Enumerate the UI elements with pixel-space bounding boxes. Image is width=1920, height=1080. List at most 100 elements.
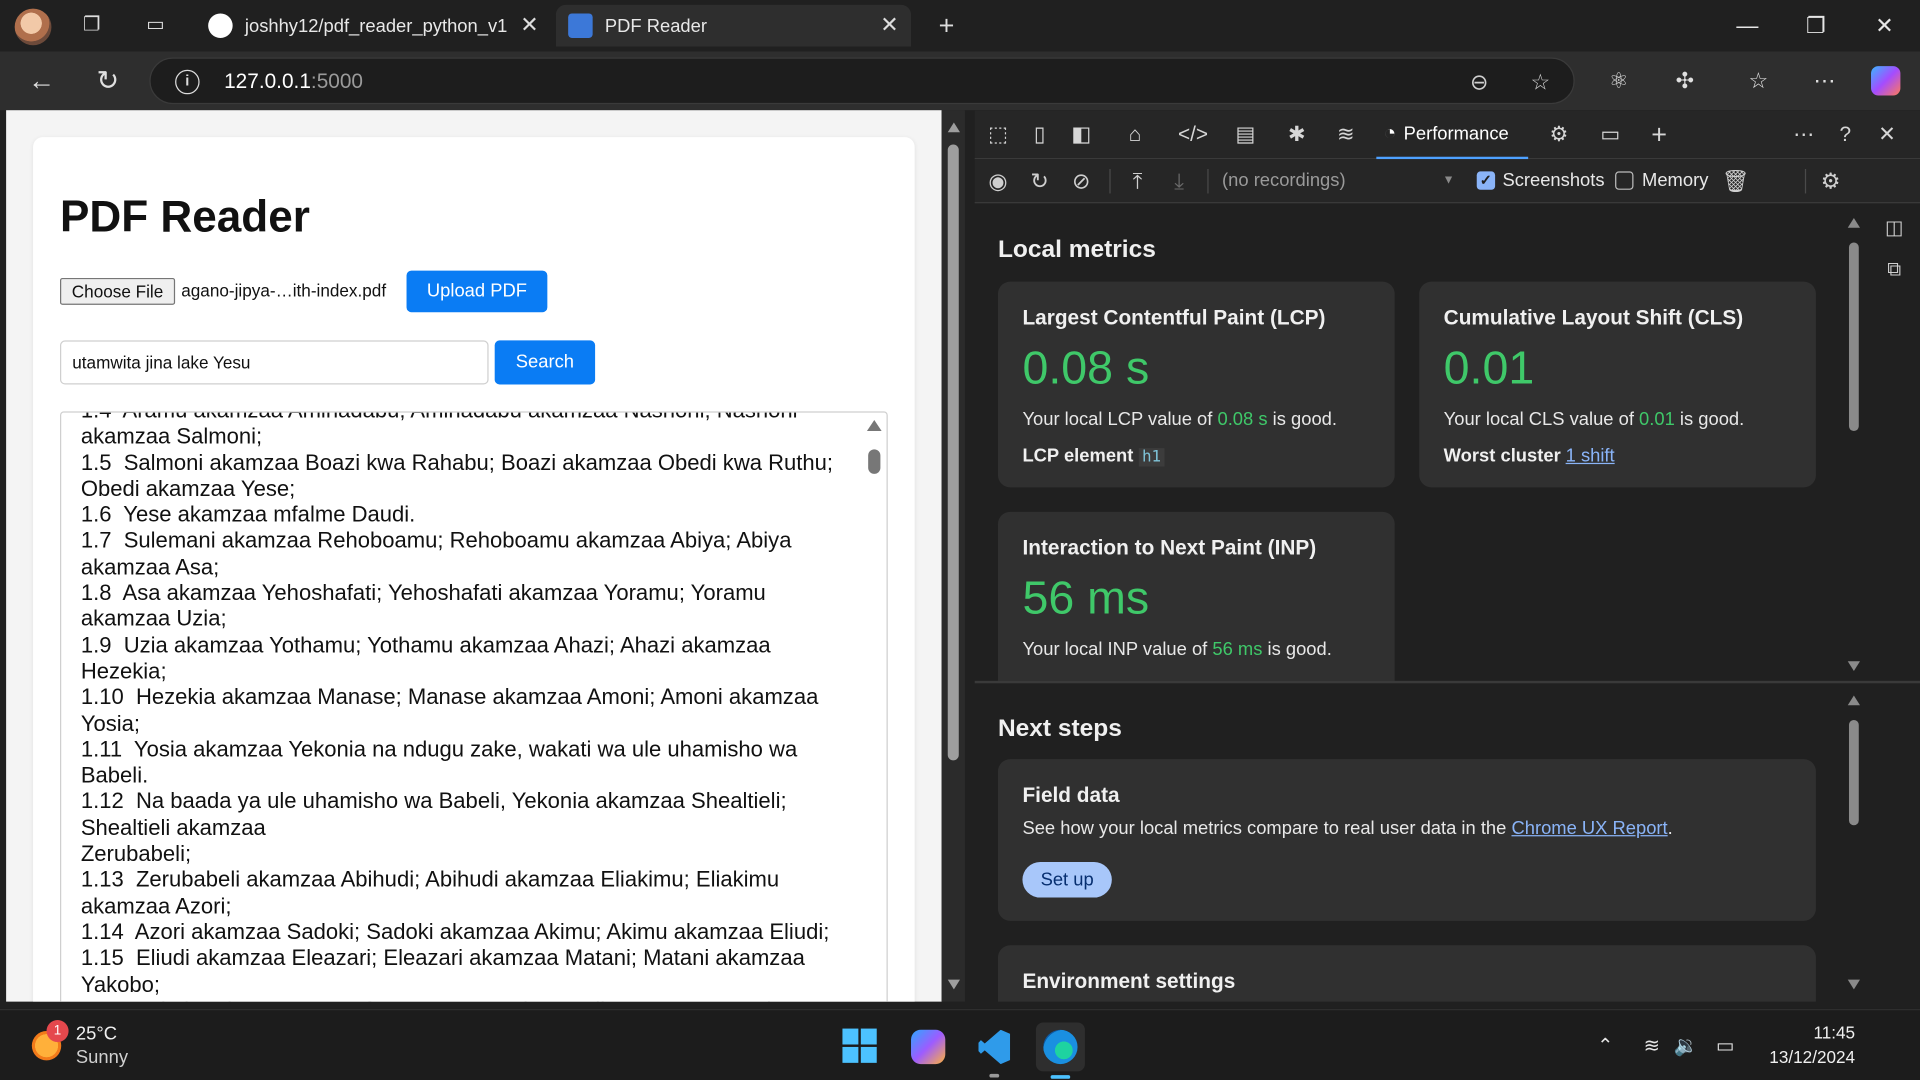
scroll-up-icon[interactable] [866, 420, 882, 432]
customize-icon[interactable]: ⋯ [1790, 121, 1817, 148]
close-window-icon[interactable]: ✕ [1866, 10, 1903, 42]
pdf-text-line: 1.5 Salmoni akamzaa Boazi kwa Rahabu; Bo… [80, 450, 834, 475]
scrollbar-thumb[interactable] [868, 449, 881, 474]
tab-github[interactable]: joshhy12/pdf_reader_python_v1 ✕ [196, 5, 551, 47]
scroll-down-icon[interactable] [947, 979, 961, 990]
scroll-up-icon[interactable] [1847, 217, 1861, 228]
devtools-toolbar: ⬚ ▯ ◧ ⌂ </> ▤ ✱ ≋ ◔ Performance ⚙ ▭ + ⋯ … [974, 110, 1920, 160]
elements-icon[interactable]: </> [1178, 121, 1208, 148]
scroll-up-icon[interactable] [1847, 695, 1861, 706]
tab-actions-icon[interactable]: ▭ [142, 12, 169, 39]
close-devtools-icon[interactable]: ✕ [1873, 121, 1900, 148]
setup-button[interactable]: Set up [1022, 862, 1112, 898]
choose-file-button[interactable]: Choose File [60, 277, 176, 305]
tab-performance[interactable]: ◔ Performance [1376, 110, 1529, 160]
garbage-collect-icon[interactable]: 🗑 [1722, 168, 1750, 195]
close-icon[interactable]: ✕ [520, 12, 538, 38]
dropdown-icon[interactable]: ▼ [1442, 174, 1454, 187]
lcp-element-tag[interactable]: h1 [1138, 448, 1165, 467]
dock-icon[interactable]: ◧ [1068, 121, 1095, 148]
cls-description: Your local CLS value of 0.01 is good. [1443, 408, 1745, 430]
clock-date[interactable]: 13/12/2024 [1769, 1047, 1855, 1067]
device-emulation-icon[interactable]: ▯ [1026, 121, 1053, 148]
copy-icon[interactable]: ⧉ [1881, 257, 1908, 284]
profile-avatar[interactable] [14, 8, 52, 46]
lcp-value: 0.08 s [1022, 342, 1150, 395]
dock-side-icon[interactable]: ◫ [1881, 216, 1908, 243]
pdf-text-line: 1.13 Zerubabeli akamzaa Abihudi; Abihudi… [80, 867, 780, 892]
zoom-icon[interactable]: ⊖ [1466, 69, 1493, 96]
page-scrollbar[interactable] [941, 110, 965, 1002]
more-tools-icon[interactable]: + [1646, 121, 1673, 148]
capture-settings-icon[interactable]: ⚙ [1817, 168, 1844, 195]
battery-icon[interactable]: ▭ [1712, 1033, 1739, 1060]
help-icon[interactable]: ? [1832, 121, 1859, 148]
welcome-home-icon[interactable]: ⌂ [1122, 121, 1149, 148]
weather-temperature[interactable]: 25°C [76, 1024, 117, 1045]
favorites-icon[interactable]: ☆ [1744, 66, 1773, 95]
back-icon[interactable]: ← [24, 64, 58, 98]
tab-strip: ❐ ▭ joshhy12/pdf_reader_python_v1 ✕ PDF … [0, 0, 1920, 52]
pdf-text-area[interactable]: 1.4 Aramu akamzaa Aminadabu; Aminadabu a… [60, 411, 888, 1002]
metrics-scrollbar[interactable] [1845, 217, 1861, 674]
scroll-down-icon[interactable] [1847, 979, 1861, 990]
reload-record-icon[interactable]: ↻ [1026, 168, 1053, 195]
pdf-text-line: Hezekia; [80, 658, 167, 684]
panel-divider[interactable] [974, 680, 1920, 684]
cls-card: Cumulative Layout Shift (CLS) 0.01 Your … [1419, 281, 1816, 488]
sources-bug-icon[interactable]: ✱ [1283, 121, 1310, 148]
vscode-app-icon[interactable] [970, 1022, 1019, 1078]
settings-gear-icon[interactable]: ⚙ [1545, 121, 1572, 148]
clear-icon[interactable]: ⊘ [1068, 168, 1095, 195]
chevron-up-icon[interactable]: ⌃ [1592, 1033, 1619, 1060]
weather-condition[interactable]: Sunny [76, 1047, 128, 1068]
field-data-card: Field data See how your local metrics co… [997, 759, 1816, 921]
edge-app-icon[interactable] [1035, 1022, 1085, 1079]
scrollbar-thumb[interactable] [947, 144, 959, 761]
tab-pdf-reader[interactable]: PDF Reader ✕ [555, 4, 912, 47]
upload-pdf-button[interactable]: Upload PDF [406, 270, 548, 313]
console-icon[interactable]: ▤ [1232, 121, 1259, 148]
workspaces-icon[interactable]: ❐ [78, 12, 105, 39]
copilot-icon[interactable] [1871, 66, 1901, 96]
application-icon[interactable]: ▭ [1597, 121, 1624, 148]
pdf-text-line: 1.10 Hezekia akamzaa Manase; Manase akam… [80, 684, 819, 710]
refresh-icon[interactable]: ↻ [91, 64, 125, 98]
new-tab-icon[interactable]: + [933, 12, 960, 39]
pdf-text-line: 1.7 Sulemani akamzaa Rehoboamu; Rehoboam… [80, 528, 792, 553]
favorite-star-icon[interactable]: ☆ [1527, 69, 1554, 96]
site-info-icon[interactable]: i [175, 69, 200, 95]
restore-icon[interactable]: ❐ [1798, 10, 1835, 42]
close-icon[interactable]: ✕ [880, 12, 898, 38]
scrollbar-thumb[interactable] [1848, 720, 1859, 826]
copilot-app-icon[interactable] [904, 1022, 953, 1071]
more-icon[interactable]: ⋯ [1810, 66, 1839, 95]
chrome-ux-report-link[interactable]: Chrome UX Report [1511, 818, 1667, 839]
clock-time[interactable]: 11:45 [1813, 1022, 1855, 1042]
scroll-up-icon[interactable] [947, 122, 961, 133]
screenshots-checkbox[interactable]: ✓ [1476, 171, 1496, 190]
extensions-icon[interactable]: ✣ [1670, 66, 1699, 95]
search-button[interactable]: Search [494, 340, 596, 385]
volume-icon[interactable]: 🔉 [1673, 1033, 1700, 1060]
search-input[interactable]: utamwita jina lake Yesu [60, 340, 489, 385]
scrollbar-thumb[interactable] [1848, 242, 1859, 432]
network-wifi-icon[interactable]: ≋ [1332, 121, 1359, 148]
memory-checkbox[interactable] [1615, 171, 1634, 190]
pdf-text-line: 1.8 Asa akamzaa Yehoshafati; Yehoshafati… [80, 580, 766, 605]
start-button[interactable] [842, 1028, 877, 1063]
address-bar[interactable]: i 127.0.0.1:5000 ⊖ ☆ [149, 57, 1575, 105]
load-profile-icon[interactable]: ⤒ [1124, 168, 1151, 195]
url-text[interactable]: 127.0.0.1:5000 [224, 70, 363, 94]
record-icon[interactable]: ◉ [984, 168, 1011, 195]
pdf-text-line: 1.9 Uzia akamzaa Yothamu; Yothamu akamza… [80, 632, 771, 658]
performance-icon: ◔ [1383, 121, 1397, 145]
recordings-select[interactable]: (no recordings) [1222, 170, 1346, 191]
inspect-icon[interactable]: ⬚ [984, 121, 1011, 148]
wifi-icon[interactable]: ≋ [1638, 1033, 1665, 1060]
next-steps-scrollbar[interactable] [1845, 695, 1861, 997]
worst-cluster-link[interactable]: 1 shift [1566, 446, 1615, 467]
scroll-down-icon[interactable] [1847, 661, 1861, 672]
minimize-icon[interactable]: — [1729, 10, 1766, 42]
react-devtools-icon[interactable]: ⚛ [1604, 66, 1633, 95]
